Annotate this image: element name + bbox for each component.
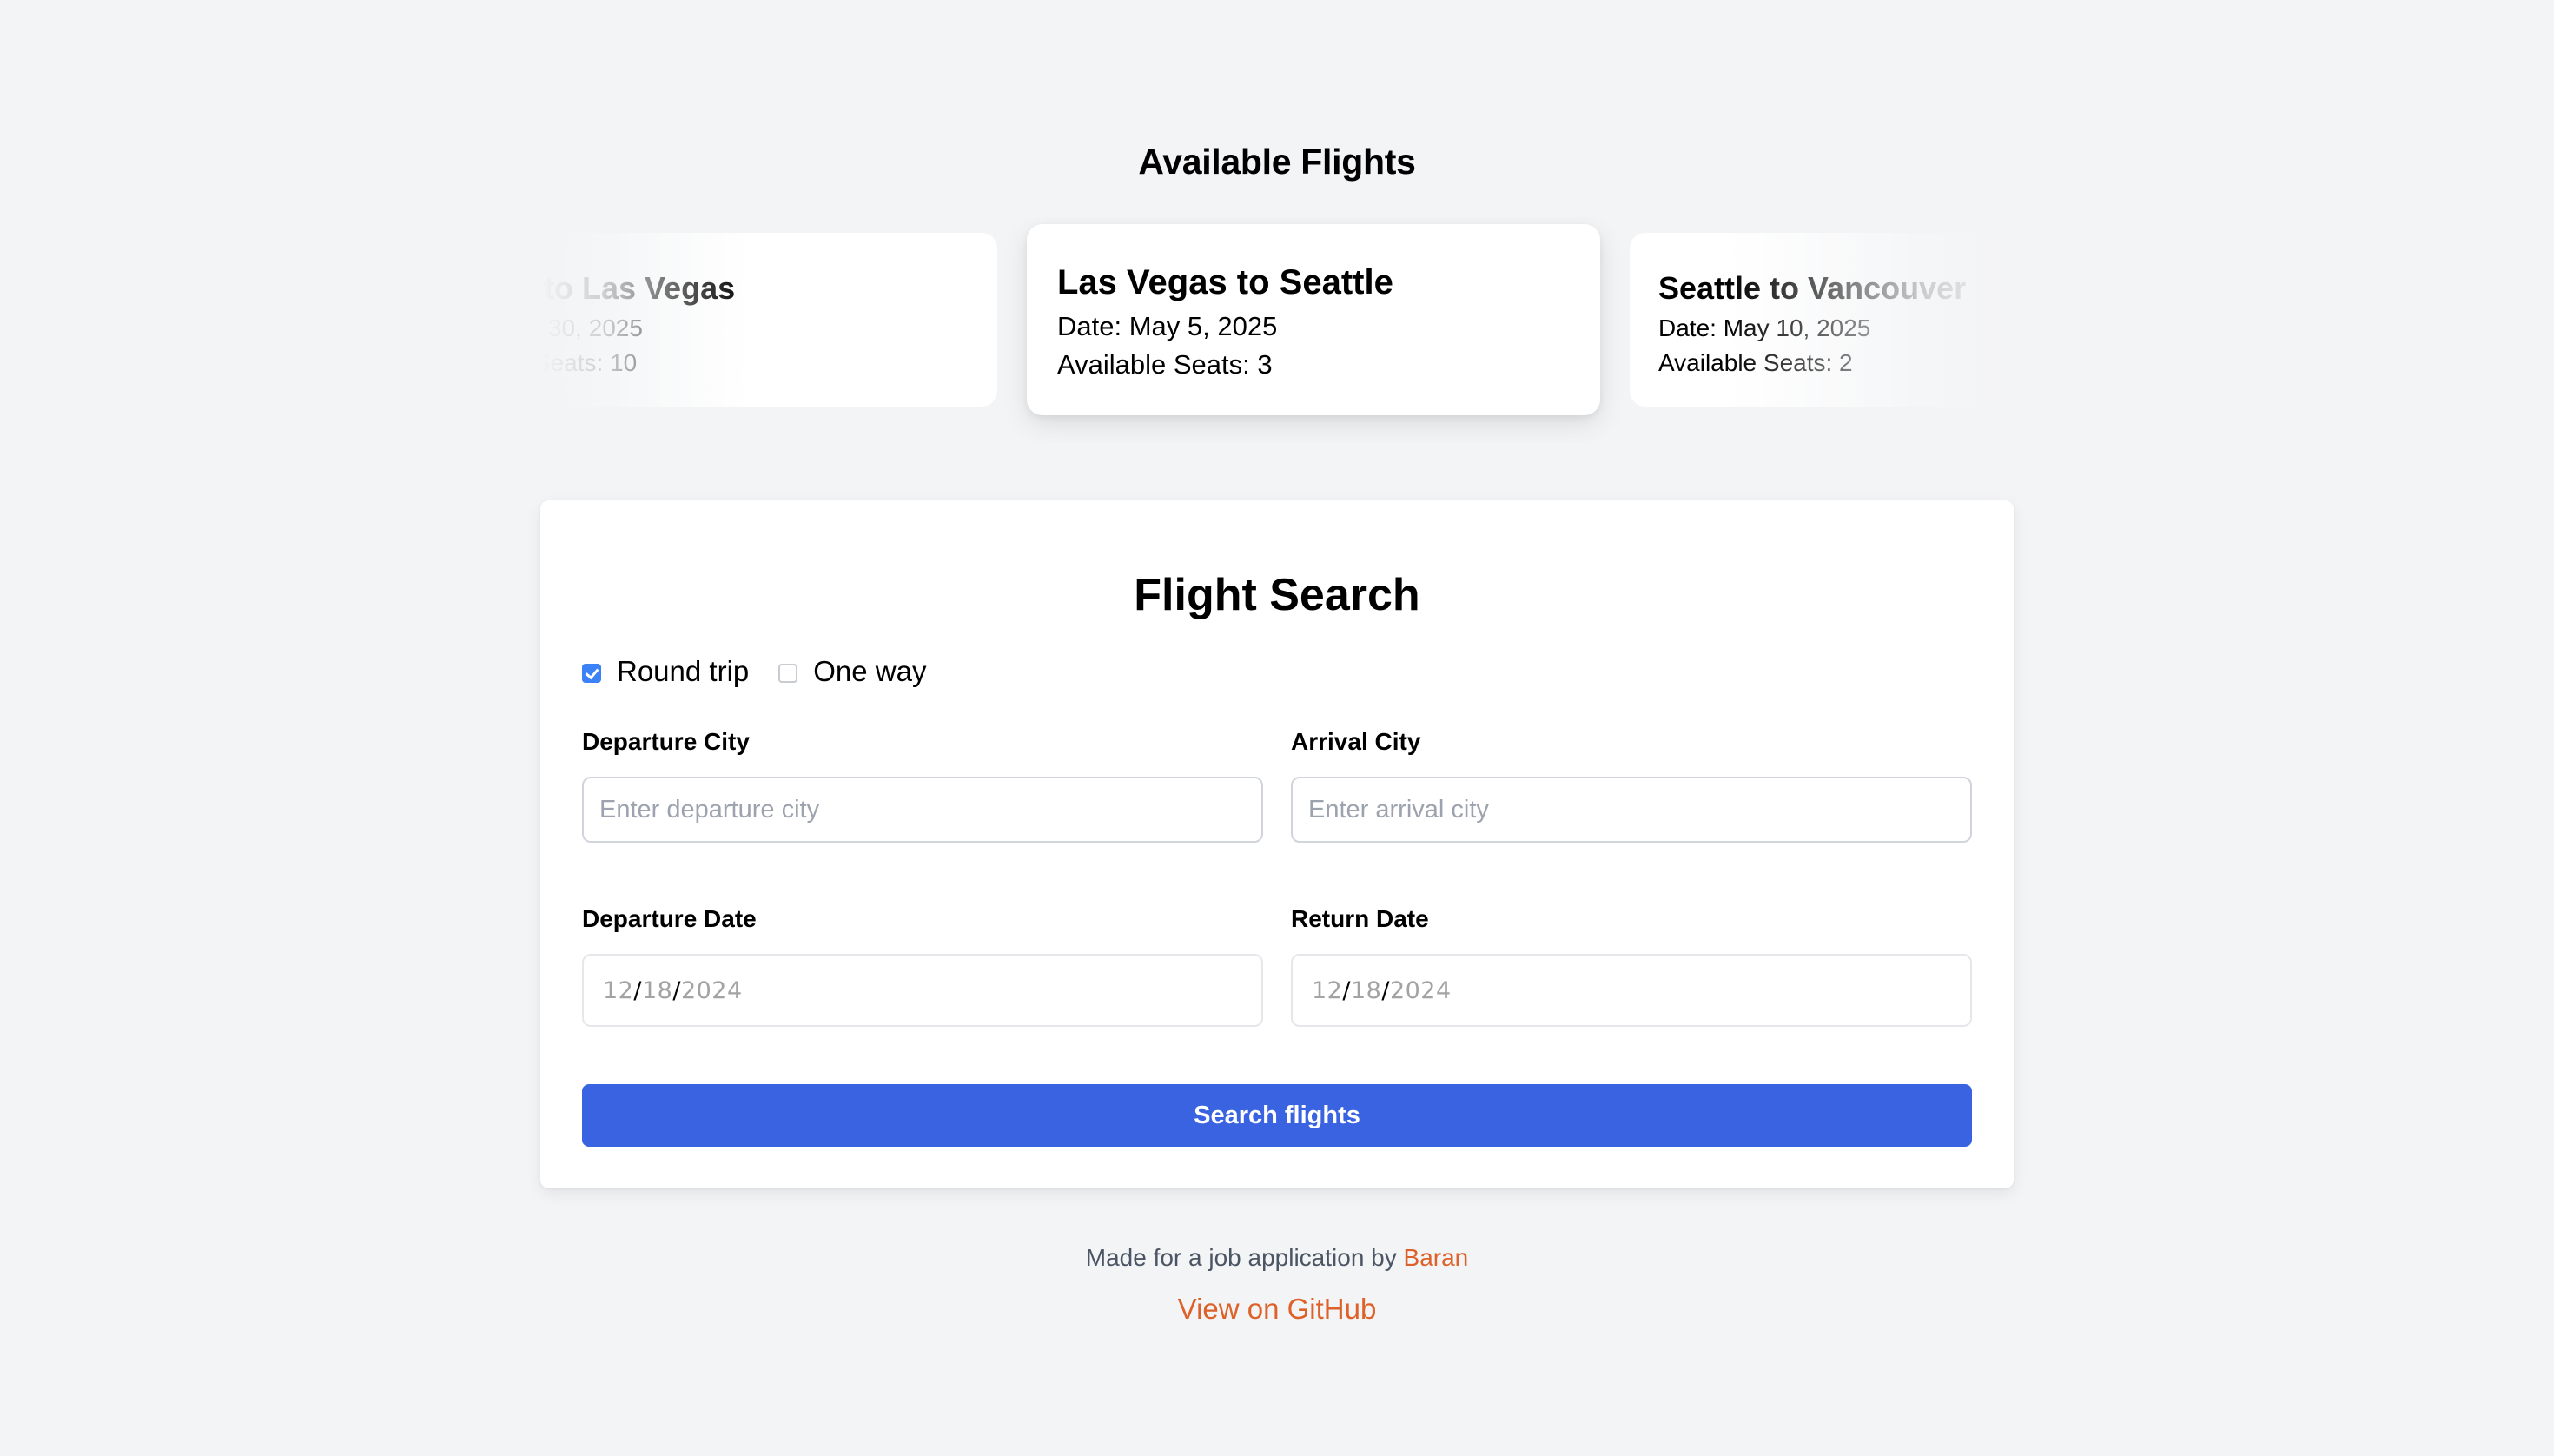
author-link[interactable]: Baran [1404,1244,1469,1271]
flight-seats: Available Seats: 3 [1057,349,1273,380]
trip-type-group: Round trip One way [582,655,956,688]
departure-day[interactable]: 18 [642,977,672,1004]
arrival-city-label: Arrival City [1291,728,1421,755]
flight-seats: Available Seats: 10 [540,349,638,376]
departure-date-input[interactable]: 12/18/2024 [582,954,1263,1027]
arrival-city-input[interactable]: Enter arrival city [1291,777,1972,843]
departure-month[interactable]: 12 [603,977,633,1004]
round-trip-option[interactable]: Round trip [582,655,749,688]
date-separator: / [1342,976,1351,1004]
flight-route: Atlanta to Las Vegas [540,270,736,306]
form-title: Flight Search [1134,570,1420,621]
departure-year[interactable]: 2024 [681,977,743,1004]
return-date-label: Return Date [1291,905,1429,932]
return-month[interactable]: 12 [1312,977,1342,1004]
flight-date: Date: May 5, 2025 [1057,311,1278,341]
return-date-input[interactable]: 12/18/2024 [1291,954,1972,1027]
footer-credit-text: Made for a job application by [1085,1244,1404,1271]
date-separator: / [672,976,681,1004]
departure-city-input[interactable]: Enter departure city [582,777,1263,843]
search-flights-button[interactable]: Search flights [582,1084,1972,1147]
round-trip-label: Round trip [617,655,750,687]
date-separator: / [633,976,642,1004]
one-way-checkbox[interactable] [778,664,798,683]
flight-search-form: Flight Search Round trip One way Departu… [540,500,2014,1188]
return-day[interactable]: 18 [1351,977,1381,1004]
github-link[interactable]: View on GitHub [0,1293,2554,1326]
return-date-field: Return Date 12/18/2024 [1291,903,1972,1027]
date-separator: / [1381,976,1390,1004]
flight-seats: Available Seats: 2 [1658,349,1853,376]
arrival-city-placeholder: Enter arrival city [1308,795,1489,824]
flight-date: Date: May 10, 2025 [1658,314,1871,341]
departure-date-field: Departure Date 12/18/2024 [582,903,1263,1027]
arrival-city-field: Arrival City Enter arrival city [1291,726,1972,843]
flight-card[interactable]: Atlanta to Las Vegas Date: April 30, 202… [540,233,997,407]
footer-credit: Made for a job application by Baran [0,1244,2554,1272]
departure-city-placeholder: Enter departure city [599,795,820,824]
flight-route: Seattle to Vancouver [1658,270,1967,306]
flight-date: Date: April 30, 2025 [540,314,643,341]
departure-city-label: Departure City [582,728,750,755]
departure-date-label: Departure Date [582,905,757,932]
round-trip-checkbox[interactable] [582,664,601,683]
return-year[interactable]: 2024 [1390,977,1452,1004]
available-flights-heading: Available Flights [1138,142,1416,182]
flight-card[interactable]: Seattle to Vancouver Date: May 10, 2025 … [1630,233,2014,407]
one-way-option[interactable]: One way [778,655,927,688]
flight-route: Las Vegas to Seattle [1057,263,1393,301]
one-way-label: One way [813,655,927,687]
flights-carousel[interactable]: Atlanta to Las Vegas Date: April 30, 202… [540,217,2014,443]
departure-city-field: Departure City Enter departure city [582,726,1263,843]
flight-card-active[interactable]: Las Vegas to Seattle Date: May 5, 2025 A… [1027,224,1600,415]
